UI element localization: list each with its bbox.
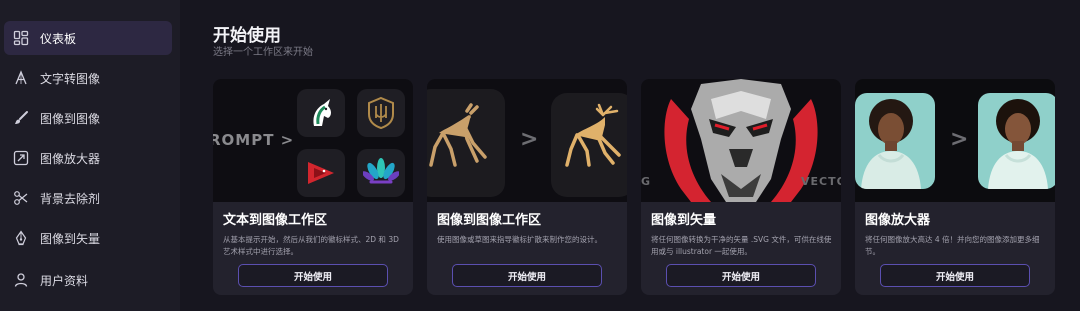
cardinal-logo-icon — [297, 149, 345, 197]
sidebar-item-label: 仪表板 — [40, 31, 77, 46]
workspace-card-text-to-image[interactable]: ROMPT > 文本到图像工作区 从基本提示开始，然后从我们的徽标样式、2D 和… — [213, 79, 413, 295]
workspace-card-image-to-vector[interactable]: G VECTO 图像到矢量 将任何图像转换为干净的矢量 .SVG 文件，可供在线… — [641, 79, 841, 295]
workspace-card-image-to-image[interactable]: > 图像到图像工作区 使用图像或草图来指导徽标扩散来制作您的设计。 开始使用 — [427, 79, 627, 295]
sidebar-item-label: 图像放大器 — [40, 151, 101, 166]
card-title: 图像放大器 — [865, 213, 931, 228]
card-preview-image: > — [427, 79, 627, 202]
sidebar: 仪表板 文字转图像 图像到图像 图像放大器 背景去除剂 图像到矢量 用户资料 — [0, 0, 180, 311]
text-a-icon — [12, 69, 30, 87]
card-description: 使用图像或草图来指导徽标扩散来制作您的设计。 — [437, 235, 602, 244]
raster-label-text: G — [641, 175, 652, 188]
card-preview-image: G VECTO — [641, 79, 841, 202]
get-started-button[interactable]: 开始使用 — [666, 264, 816, 287]
unicorn-logo-icon — [297, 89, 345, 137]
sidebar-item-label: 图像到图像 — [40, 111, 101, 126]
arrow-text: > — [950, 127, 969, 152]
sidebar-item-image-to-image[interactable]: 图像到图像 — [4, 101, 172, 135]
deer-sketch-icon — [427, 103, 491, 177]
sidebar-item-label: 背景去除剂 — [40, 191, 101, 206]
workspace-card-image-upscaler[interactable]: > 图像放大器 将任何图像放大高达 4 倍！并向您的图像添加更多细节。 开始使用 — [855, 79, 1055, 295]
main-content: 开始使用 选择一个工作区来开始 ROMPT > 文本到图像工作区 从基本提示开始… — [180, 0, 1080, 311]
sidebar-item-text-to-image[interactable]: 文字转图像 — [4, 61, 172, 95]
page-subtitle: 选择一个工作区来开始 — [213, 47, 313, 58]
card-title: 图像到图像工作区 — [437, 213, 542, 228]
portrait-after-image — [978, 93, 1055, 189]
brush-icon — [12, 109, 30, 127]
get-started-button[interactable]: 开始使用 — [452, 264, 602, 287]
sidebar-item-user-profile[interactable]: 用户资料 — [4, 263, 172, 297]
sidebar-item-label: 用户资料 — [40, 273, 89, 288]
card-description: 将任何图像放大高达 4 倍！并向您的图像添加更多细节。 — [865, 235, 1040, 256]
get-started-button[interactable]: 开始使用 — [880, 264, 1030, 287]
sidebar-item-label: 图像到矢量 — [40, 231, 101, 246]
get-started-button[interactable]: 开始使用 — [238, 264, 388, 287]
shield-logo-icon — [357, 89, 405, 137]
sidebar-item-dashboard[interactable]: 仪表板 — [4, 21, 172, 55]
card-description: 从基本提示开始，然后从我们的徽标样式、2D 和 3D 艺术样式中进行选择。 — [223, 235, 399, 256]
sidebar-item-background-remover[interactable]: 背景去除剂 — [4, 181, 172, 215]
sidebar-item-image-to-vector[interactable]: 图像到矢量 — [4, 221, 172, 255]
pen-nib-icon — [12, 229, 30, 247]
card-preview-image: > — [855, 79, 1055, 202]
card-title: 文本到图像工作区 — [223, 213, 328, 228]
scissors-icon — [12, 189, 30, 207]
deer-logo-icon — [561, 103, 625, 177]
lotus-logo-icon — [357, 149, 405, 197]
sidebar-item-image-upscaler[interactable]: 图像放大器 — [4, 141, 172, 175]
vector-label-text: VECTO — [801, 175, 841, 188]
dashboard-icon — [12, 29, 30, 47]
portrait-before-image — [855, 93, 935, 189]
card-title: 图像到矢量 — [651, 213, 717, 228]
sidebar-item-label: 文字转图像 — [40, 71, 101, 86]
expand-icon — [12, 149, 30, 167]
card-preview-image: ROMPT > — [213, 79, 413, 202]
arrow-text: > — [520, 127, 539, 152]
card-description: 将任何图像转换为干净的矢量 .SVG 文件，可供在线使用或与 illustrat… — [651, 235, 832, 256]
prompt-preview-text: ROMPT > — [213, 131, 295, 149]
user-icon — [12, 271, 30, 289]
